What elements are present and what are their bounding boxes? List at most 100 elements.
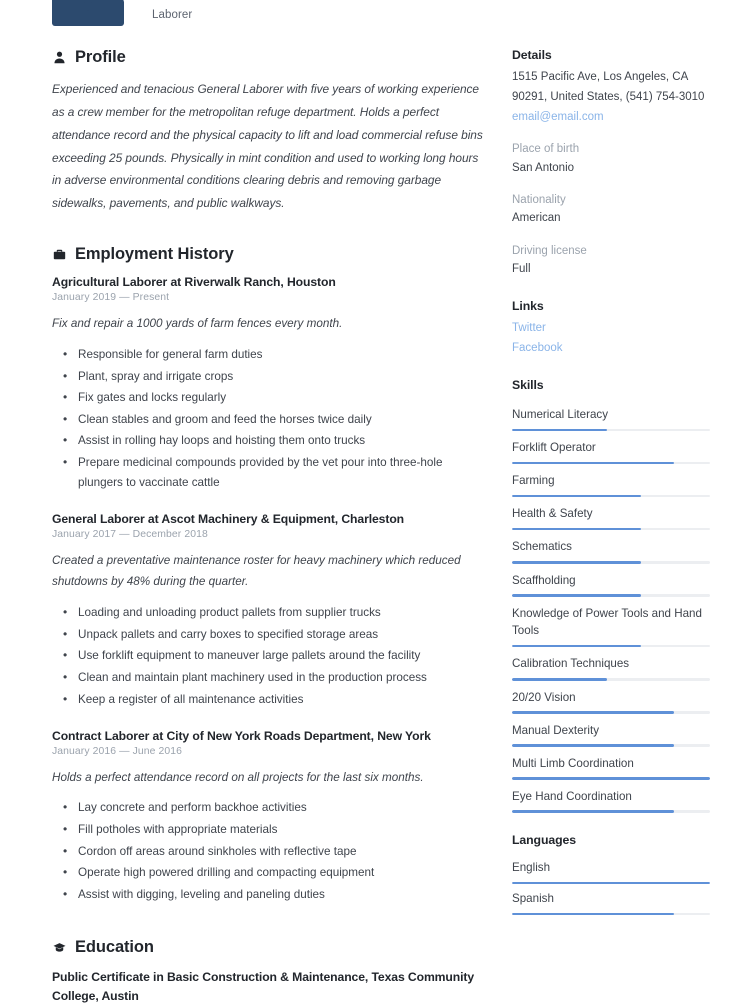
job-entry: Agricultural Laborer at Riverwalk Ranch,… bbox=[52, 275, 486, 493]
skill-level-track bbox=[512, 461, 710, 465]
skill-level-track bbox=[512, 777, 710, 780]
language-level-track bbox=[512, 881, 710, 885]
detail-label-driving-license: Driving license bbox=[512, 244, 587, 257]
skill-level-fill bbox=[512, 461, 675, 465]
profile-title: Profile bbox=[75, 48, 126, 66]
job-bullet: Loading and unloading product pallets fr… bbox=[56, 602, 486, 623]
job-title: Agricultural Laborer at Riverwalk Ranch,… bbox=[52, 275, 336, 290]
job-bullets: Lay concrete and perform backhoe activit… bbox=[56, 797, 486, 905]
skill-level-track bbox=[512, 711, 710, 714]
job-title: Contract Laborer at City of New York Roa… bbox=[52, 728, 431, 743]
skill-name: Numerical Literacy bbox=[512, 408, 608, 422]
skills-title: Skills bbox=[512, 378, 544, 393]
education-heading: Education bbox=[52, 938, 486, 957]
language-level-fill bbox=[512, 912, 675, 916]
skill-item: Calibration Techniques bbox=[512, 647, 710, 681]
skill-level-fill bbox=[512, 744, 675, 747]
skill-level-fill bbox=[512, 678, 608, 681]
skill-name: Health & Safety bbox=[512, 507, 593, 521]
avatar bbox=[52, 0, 124, 26]
job-title: General Laborer at Ascot Machinery & Equ… bbox=[52, 512, 405, 527]
job-date: January 2019 — Present bbox=[52, 292, 170, 304]
email-link[interactable]: email@email.com bbox=[512, 108, 710, 128]
briefcase-icon bbox=[52, 248, 66, 262]
job-bullet: Use forklift equipment to maneuver large… bbox=[56, 645, 486, 666]
skill-item: Numerical Literacy bbox=[512, 398, 710, 432]
skill-name: Farming bbox=[512, 474, 555, 488]
skill-level-track bbox=[512, 428, 710, 432]
person-icon bbox=[52, 51, 66, 65]
language-level-fill bbox=[512, 881, 710, 885]
skills-list: Numerical Literacy Forklift Operator Farmi… bbox=[512, 398, 710, 813]
skill-level-track bbox=[512, 678, 710, 681]
job-bullet: Assist with digging, leveling and paneli… bbox=[56, 884, 486, 905]
job-bullet: Unpack pallets and carry boxes to specif… bbox=[56, 624, 486, 645]
job-bullet: Plant, spray and irrigate crops bbox=[56, 366, 486, 387]
skill-item: 20/20 Vision bbox=[512, 681, 710, 714]
skill-item: Multi Limb Coordination bbox=[512, 747, 710, 780]
skill-level-fill bbox=[512, 711, 675, 714]
job-bullets: Responsible for general farm duties Plan… bbox=[56, 344, 486, 493]
job-bullet: Lay concrete and perform backhoe activit… bbox=[56, 797, 486, 818]
job-entry: Contract Laborer at City of New York Roa… bbox=[52, 729, 486, 905]
sidebar-links: Links Twitter Facebook bbox=[512, 299, 710, 358]
job-bullet: Prepare medicinal compounds provided by … bbox=[56, 452, 486, 493]
skill-level-fill bbox=[512, 594, 641, 597]
job-bullets: Loading and unloading product pallets fr… bbox=[56, 602, 486, 710]
skill-item: Health & Safety bbox=[512, 497, 710, 531]
main-column: Profile Experienced and tenacious Genera… bbox=[52, 48, 504, 1006]
job-entry: General Laborer at Ascot Machinery & Equ… bbox=[52, 512, 486, 709]
job-summary: Holds a perfect attendance record on all… bbox=[52, 770, 424, 784]
skill-name: 20/20 Vision bbox=[512, 690, 576, 704]
profile-text: Experienced and tenacious General Labore… bbox=[52, 82, 483, 211]
resume-page: Laborer Profile Experienced and tenaciou… bbox=[0, 0, 750, 1003]
skill-item: Eye Hand Coordination bbox=[512, 780, 710, 813]
skill-name: Manual Dexterity bbox=[512, 723, 599, 737]
employment-heading: Employment History bbox=[52, 245, 486, 264]
language-item: English bbox=[512, 853, 710, 885]
skill-item: Knowledge of Power Tools and Hand Tools bbox=[512, 597, 710, 648]
skill-item: Manual Dexterity bbox=[512, 714, 710, 747]
skill-level-fill bbox=[512, 777, 710, 780]
details-title: Details bbox=[512, 48, 552, 62]
languages-title: Languages bbox=[512, 832, 577, 847]
header-role: Laborer bbox=[152, 9, 193, 21]
sidebar-skills: Skills Numerical Literacy Forklift Operat… bbox=[512, 378, 710, 813]
sidebar-languages: Languages English Spanish bbox=[512, 832, 710, 916]
languages-list: English Spanish bbox=[512, 853, 710, 916]
skill-level-track bbox=[512, 561, 710, 564]
link-twitter[interactable]: Twitter bbox=[512, 319, 710, 338]
section-education: Education Public Certificate in Basic Co… bbox=[52, 938, 486, 1006]
education-entry-title: Public Certificate in Basic Construction… bbox=[52, 970, 475, 1003]
detail-value-place-of-birth: San Antonio bbox=[512, 161, 575, 174]
job-summary: Fix and repair a 1000 yards of farm fenc… bbox=[52, 317, 343, 331]
skill-item: Forklift Operator bbox=[512, 431, 710, 465]
skill-name: Scaffholding bbox=[512, 573, 576, 587]
skill-level-fill bbox=[512, 494, 641, 498]
skill-level-track bbox=[512, 494, 710, 498]
skill-level-fill bbox=[512, 428, 608, 432]
links-title: Links bbox=[512, 299, 544, 314]
job-bullet: Cordon off areas around sinkholes with r… bbox=[56, 841, 486, 862]
job-summary: Created a preventative maintenance roste… bbox=[52, 554, 461, 589]
skill-name: Multi Limb Coordination bbox=[512, 756, 634, 770]
education-title: Education bbox=[75, 938, 154, 957]
link-facebook[interactable]: Facebook bbox=[512, 339, 710, 358]
job-bullet: Assist in rolling hay loops and hoisting… bbox=[56, 430, 486, 451]
skill-level-track bbox=[512, 594, 710, 597]
skill-name: Schematics bbox=[512, 540, 572, 554]
job-date: January 2016 — June 2016 bbox=[52, 745, 183, 757]
skill-level-track bbox=[512, 810, 710, 813]
job-date: January 2017 — December 2018 bbox=[52, 529, 208, 541]
job-bullet: Operate high powered drilling and compac… bbox=[56, 862, 486, 883]
skill-name: Calibration Techniques bbox=[512, 657, 630, 671]
language-name: Spanish bbox=[512, 892, 554, 906]
detail-value-nationality: American bbox=[512, 212, 561, 225]
job-bullet: Clean and maintain plant machinery used … bbox=[56, 667, 486, 688]
resume-header: Laborer bbox=[52, 0, 702, 26]
skill-name: Knowledge of Power Tools and Hand Tools bbox=[512, 606, 702, 638]
skill-level-fill bbox=[512, 810, 675, 813]
job-bullet: Fix gates and locks regularly bbox=[56, 387, 486, 408]
skill-name: Forklift Operator bbox=[512, 441, 596, 455]
details-address: 1515 Pacific Ave, Los Angeles, CA 90291,… bbox=[512, 71, 705, 103]
